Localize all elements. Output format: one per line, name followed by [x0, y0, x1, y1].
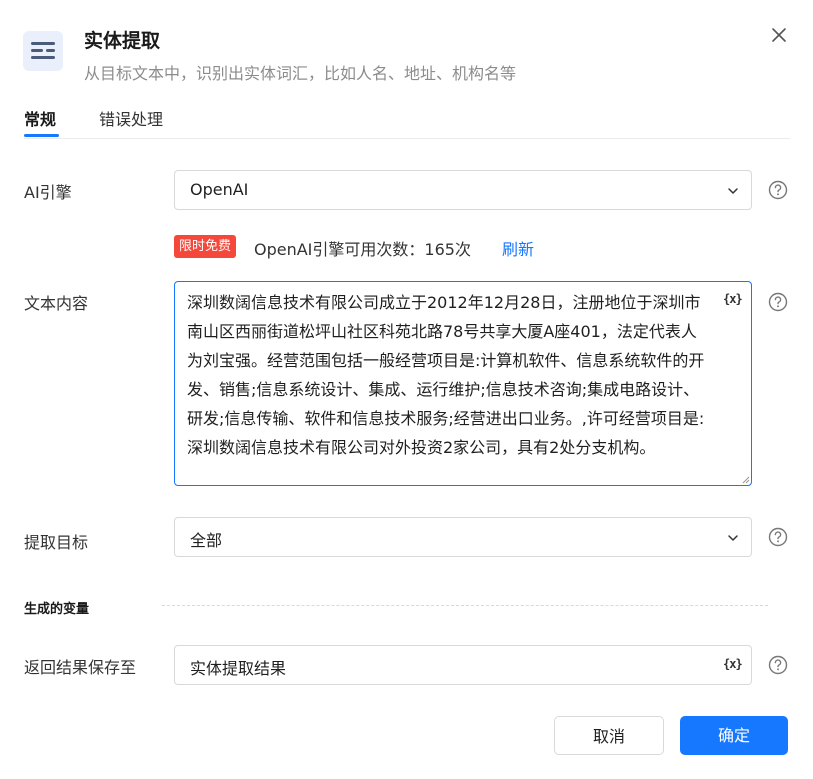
chevron-down-icon: [728, 535, 738, 541]
refresh-link[interactable]: 刷新: [502, 236, 534, 260]
ai-engine-select[interactable]: OpenAI: [174, 170, 752, 210]
free-badge: 限时免费: [174, 235, 237, 258]
tab-bar: 常规 错误处理: [24, 106, 790, 139]
insert-variable-button[interactable]: {x}: [723, 292, 743, 306]
help-icon[interactable]: [768, 180, 788, 200]
chevron-down-icon: [728, 188, 738, 194]
section-divider: [162, 605, 768, 606]
tab-error-handling[interactable]: 错误处理: [99, 106, 163, 130]
resize-handle-icon[interactable]: [740, 474, 750, 484]
save-to-value: 实体提取结果: [190, 659, 287, 678]
text-content-textarea[interactable]: 深圳数阔信息技术有限公司成立于2012年12月28日，注册地位于深圳市南山区西丽…: [174, 281, 752, 486]
generated-variables-title: 生成的变量: [24, 602, 90, 617]
dialog-title: 实体提取: [84, 30, 161, 52]
ai-engine-label: AI引擎: [24, 183, 72, 202]
dialog-subtitle: 从目标文本中，识别出实体词汇，比如人名、地址、机构名等: [84, 64, 517, 83]
quota-text: OpenAI引擎可用次数：165次: [254, 240, 471, 259]
confirm-button[interactable]: 确定: [680, 716, 788, 755]
cancel-button[interactable]: 取消: [554, 716, 664, 755]
tab-general[interactable]: 常规: [24, 106, 56, 130]
help-icon[interactable]: [768, 527, 788, 547]
close-icon[interactable]: [768, 24, 790, 46]
extract-target-value: 全部: [190, 531, 223, 550]
text-content-label: 文本内容: [24, 294, 89, 313]
help-icon[interactable]: [768, 292, 788, 312]
entity-extract-icon: [23, 31, 63, 71]
extract-target-select[interactable]: 全部: [174, 517, 752, 557]
extract-target-label: 提取目标: [24, 533, 89, 552]
active-tab-indicator: [24, 134, 59, 137]
ai-engine-value: OpenAI: [190, 180, 249, 199]
save-to-label: 返回结果保存至: [24, 658, 137, 677]
insert-variable-button[interactable]: {x}: [723, 657, 743, 671]
save-to-input[interactable]: 实体提取结果: [174, 645, 752, 685]
help-icon[interactable]: [768, 655, 788, 675]
